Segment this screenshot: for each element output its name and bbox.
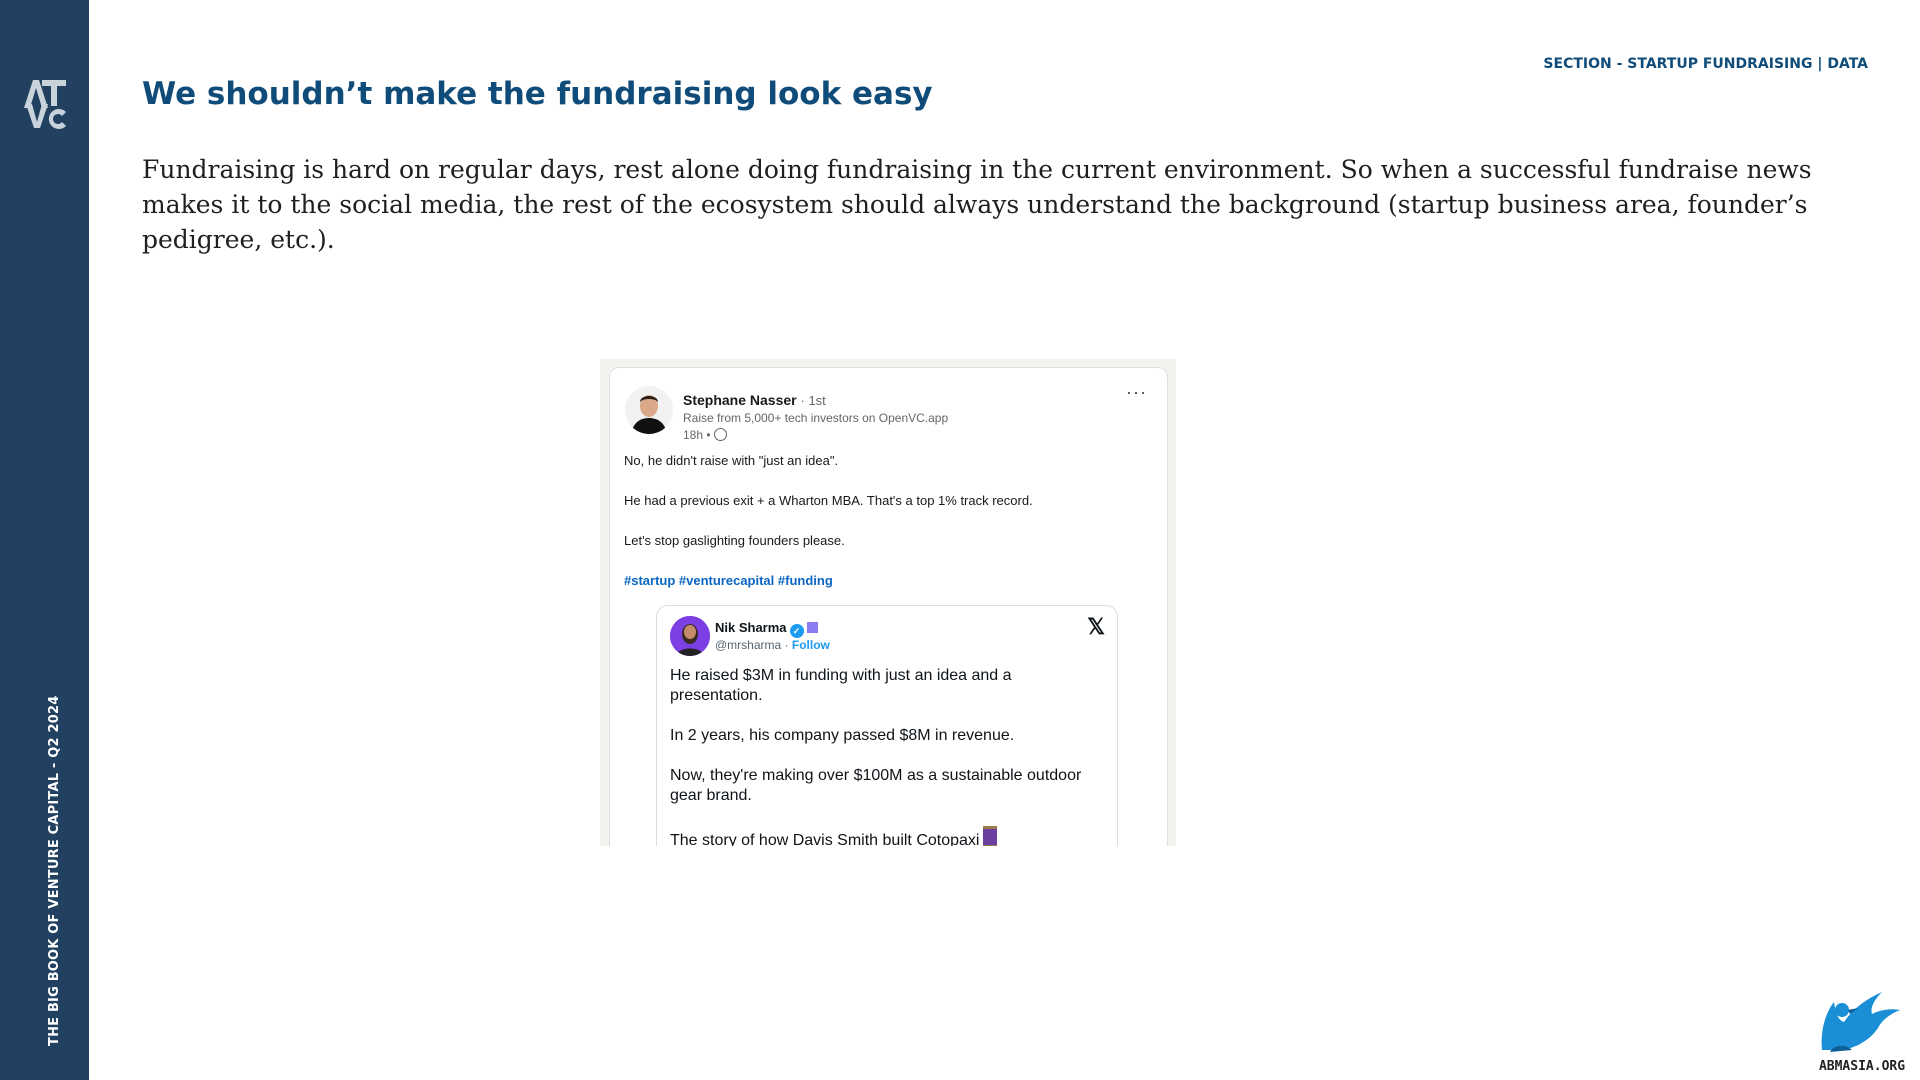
post-hashtags[interactable]: #startup #venturecapital #funding <box>624 573 833 588</box>
post-time-text: 18h • <box>683 428 711 442</box>
x-logo-icon[interactable]: 𝕏 <box>1087 614 1105 640</box>
tweet-line: He raised $3M in funding with just an id… <box>670 667 1012 684</box>
post-line: He had a previous exit + a Wharton MBA. … <box>624 493 1033 508</box>
section-label: SECTION - STARTUP FUNDRAISING | DATA <box>1543 56 1868 72</box>
social-post-screenshot: Stephane Nasser · 1st Raise from 5,000+ … <box>600 359 1176 846</box>
tweet-line: The story of how Davis Smith built Cotop… <box>670 826 998 846</box>
tweet-handle-row: @mrsharma · Follow <box>715 638 830 652</box>
tweet-line: presentation. <box>670 687 763 704</box>
affiliate-badge-icon <box>806 622 818 633</box>
linkedin-post-card: Stephane Nasser · 1st Raise from 5,000+ … <box>609 367 1168 846</box>
post-line: Let's stop gaslighting founders please. <box>624 533 845 548</box>
more-options-icon[interactable]: ··· <box>1126 382 1147 403</box>
globe-icon <box>713 428 727 441</box>
body-paragraph: Fundraising is hard on regular days, res… <box>142 155 1812 254</box>
abmasia-logo-text: ABMASIA.ORG <box>1819 1059 1905 1074</box>
post-line: No, he didn't raise with "just an idea". <box>624 453 839 468</box>
tweet-line: In 2 years, his company passed $8M in re… <box>670 727 1015 744</box>
tweet-author-name[interactable]: Nik Sharma <box>715 620 787 635</box>
tweet-author[interactable]: Nik Sharma ✓ <box>715 620 818 638</box>
author-name[interactable]: Stephane Nasser <box>683 392 797 408</box>
verified-badge-icon: ✓ <box>789 624 804 638</box>
connection-degree: · 1st <box>800 393 826 408</box>
thread-spool-icon <box>983 826 998 846</box>
sidebar: THE BIG BOOK OF VENTURE CAPITAL - Q2 202… <box>0 0 89 1080</box>
tweet-author-avatar <box>670 616 710 656</box>
tweet-line-text: The story of how Davis Smith built Cotop… <box>670 832 980 846</box>
embedded-tweet[interactable]: Nik Sharma ✓ @mrsharma · Follow 𝕏 He rais… <box>656 605 1118 846</box>
author-headline: Raise from 5,000+ tech investors on Open… <box>683 411 949 425</box>
post-author[interactable]: Stephane Nasser · 1st <box>683 392 826 408</box>
sidebar-vertical-text: THE BIG BOOK OF VENTURE CAPITAL - Q2 202… <box>47 695 62 1046</box>
post-time: 18h • <box>683 428 727 442</box>
tweet-line: Now, they're making over $100M as a sust… <box>670 767 1082 784</box>
atvc-logo <box>24 80 66 129</box>
tweet-line: gear brand. <box>670 787 752 804</box>
author-avatar <box>625 386 673 434</box>
tweet-handle: @mrsharma · <box>715 638 789 652</box>
abmasia-logo: ABMASIA.ORG <box>1819 992 1905 1074</box>
follow-link[interactable]: Follow <box>792 638 830 652</box>
page-title: We shouldn’t make the fundraising look e… <box>142 76 933 112</box>
